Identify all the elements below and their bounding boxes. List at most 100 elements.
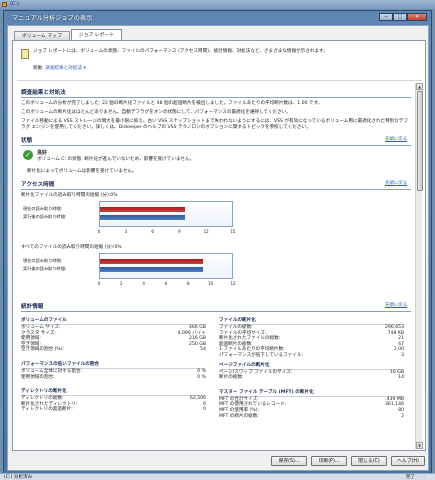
minimize-button[interactable]: ─: [379, 13, 393, 21]
outer-window: (C:) マニュアル分析ジョブの表示 ─ □ ✕ ボリューム マップ ジョブ レ…: [0, 0, 435, 480]
chart2-row-current: 現在の読み取り時間:: [23, 258, 63, 263]
stats-row: ディレクトリの超過断片: 0: [21, 407, 206, 413]
stats-value: 2: [401, 413, 404, 419]
stats-key: ディレクトリの超過断片:: [21, 407, 73, 413]
scroll-down-icon[interactable]: ▼: [416, 442, 423, 449]
close-window-button[interactable]: ✕: [407, 13, 427, 21]
stats-key: 1 ファイルあたりの平均断片数:: [219, 347, 285, 353]
move-label: 移動:: [33, 66, 44, 71]
stats-group-heading: ファイルの断片化: [219, 317, 404, 325]
stats-value: 54: [200, 347, 206, 353]
drive-icon: [2, 2, 7, 7]
chart-all-read-time: 現在の読み取り時間: 実行後の読み取り時間: 0 2 4 6 8 10 12: [21, 253, 241, 291]
volume-files-group: ボリュームのファイル ボリューム サイズ: 466 GB クラスタ サイズ: 4,096…: [21, 317, 206, 353]
access-title: アクセス時間: [21, 182, 55, 188]
print-button[interactable]: 印刷(P)...: [311, 456, 347, 466]
summary-text-1: このボリュームの分析が完了しました: 22 個の断片化ファイルと 48 個の超過…: [21, 101, 323, 106]
axis-tick-label: 3: [124, 229, 128, 234]
stats-group-heading: ボリュームのファイル: [21, 317, 206, 325]
report-description: ジョブ レポートには、ボリュームの状態、ファイルのパフォーマンス (アクセス時間…: [33, 49, 328, 54]
bar-actual: [100, 215, 185, 220]
summary-heading: 調査結果と対処法: [21, 87, 411, 98]
status-title: 状態: [21, 138, 33, 144]
axis-tick-label: 6: [151, 229, 154, 234]
stats-grid: ボリュームのファイル ボリューム サイズ: 466 GB クラスタ サイズ: 4,096…: [21, 314, 411, 449]
report-panel: ジョブ レポートには、ボリュームの状態、ファイルのパフォーマンス (アクセス時間…: [12, 40, 426, 451]
status-ok: ✓ 良好 ボリューム C: の状態: 断片化が進んでいないため、影響を受けていま…: [21, 149, 411, 169]
stats-key: MFT の合計サイズ:: [219, 396, 259, 402]
chart1-row-actual: 実行後の読み取り時間:: [23, 214, 67, 219]
dialog-client: ボリューム マップ ジョブ レポート ジョブ レポートには、ボリュームの状態、フ…: [7, 25, 429, 471]
stats-title: 統計情報: [21, 304, 44, 310]
stats-group-heading: ディレクトリの断片化: [21, 388, 206, 397]
axis-tick-label: 12: [203, 229, 209, 234]
axis-tick-label: 15: [230, 229, 236, 234]
chart2-row-actual: 実行後の読み取り時間:: [23, 266, 67, 271]
outer-title-bar: (C:): [0, 0, 435, 9]
stats-group-heading: マスター ファイル テーブル (MFT) の断片化: [219, 389, 404, 397]
status-right: 完了: [405, 475, 415, 480]
bar-actual: [100, 267, 203, 272]
scroll-up-icon[interactable]: ▲: [416, 83, 423, 90]
tab-volume-map[interactable]: ボリューム マップ: [14, 31, 70, 40]
axis-tick-label: 4: [142, 281, 145, 286]
mft-frag-group: マスター ファイル テーブル (MFT) の断片化 MFT の合計サイズ: 439 …: [219, 389, 404, 419]
axis-tick-label: 0: [97, 229, 101, 234]
stats-key: パフォーマンスが低下しているファイル:: [219, 352, 304, 358]
summary-section: 調査結果と対処法 このボリュームの分析が完了しました: 22 個の断片化ファイル…: [21, 87, 411, 131]
scroll-thumb[interactable]: [416, 91, 423, 191]
close-button[interactable]: 閉じる(C): [351, 456, 387, 466]
stats-key: 空き領域の割合 (%):: [21, 347, 65, 353]
stats-key: ページ/スワップ ファイルのサイズ:: [219, 369, 293, 375]
stats-row: 断片の総数: 14: [219, 375, 404, 381]
stats-key: ファイルの総数:: [219, 325, 253, 330]
back-to-top-link[interactable]: 先頭に戻る: [385, 136, 407, 142]
chart-fragmented-read-time: 現在の読み取り時間: 実行後の読み取り時間: 0 3 6 9 12 15: [21, 201, 241, 239]
file-frag-group: ファイルの断片化 ファイルの総数: 296,653 ファイルの平均サイズ: 748 KB…: [219, 317, 404, 359]
stats-key: MFT の断片の総数:: [219, 413, 259, 419]
status-line-2: 断片化によってボリュームは影響を受けていません。: [27, 169, 137, 174]
report-header: ジョブ レポートには、ボリュームの状態、ファイルのパフォーマンス (アクセス時間…: [17, 45, 422, 81]
stats-group-heading: パフォーマンスの低いファイルの割合: [21, 361, 206, 369]
help-button[interactable]: ヘルプ(H): [391, 456, 425, 466]
stats-key: MFT の使用されているレコード:: [219, 402, 287, 408]
vertical-scrollbar[interactable]: ▲ ▼: [415, 83, 423, 449]
report-scroll-area[interactable]: 調査結果と対処法 このボリュームの分析が完了しました: 22 個の断片化ファイル…: [17, 83, 415, 449]
access-heading: アクセス時間 先頭に戻る: [21, 179, 411, 190]
stats-value: 0: [203, 407, 206, 413]
stats-key: 使用領域の割合:: [21, 374, 55, 380]
check-icon: ✓: [23, 150, 33, 160]
stats-key: 断片化されたディレクトリ:: [21, 401, 78, 407]
axis-tick-label: 0: [97, 281, 101, 286]
access-section: アクセス時間 先頭に戻る 断片化ファイルの読み取り時間の短縮 (分):0% 現在…: [21, 179, 411, 291]
perf-ratio-group: パフォーマンスの低いファイルの割合 ボリューム全体に対する割合: 0 % 使用領域の割…: [21, 361, 206, 380]
dialog-title: マニュアル分析ジョブの表示: [12, 15, 93, 22]
status-label: 良好: [37, 150, 48, 156]
tab-job-report[interactable]: ジョブ レポート: [70, 29, 122, 40]
maximize-button[interactable]: □: [393, 13, 407, 21]
chart2-plot: [99, 253, 233, 279]
stats-group-heading: ページファイルの断片化: [219, 362, 404, 370]
stats-value: 0 %: [197, 374, 206, 380]
bar-current: [100, 259, 203, 264]
axis-tick-label: 10: [208, 281, 214, 286]
stats-key: 使用領域:: [21, 336, 41, 342]
dir-frag-group: ディレクトリの断片化 ディレクトリの総数: 62,506 断片化されたディレクトリ: 6…: [21, 388, 206, 413]
chevron-down-icon[interactable]: ▾: [83, 66, 85, 71]
stats-section: 統計情報 先頭に戻る ボリュームのファイル ボリューム サイズ: 466 GB クラス…: [21, 301, 411, 449]
dialog-controls: ─ □ ✕: [379, 13, 427, 21]
analysis-dialog: マニュアル分析ジョブの表示 ─ □ ✕ ボリューム マップ ジョブ レポート ジ…: [3, 10, 432, 474]
stats-right-column: ファイルの断片化 ファイルの総数: 296,653 ファイルの平均サイズ: 748 KB…: [219, 314, 404, 419]
stats-row: MFT の断片の総数: 2: [219, 414, 404, 420]
stats-row: 空き領域の割合 (%): 54: [21, 347, 206, 353]
stats-row: 使用領域の割合: 0 %: [21, 375, 206, 381]
back-to-top-link[interactable]: 先頭に戻る: [385, 302, 407, 308]
chart2-title: すべてのファイルの読み取り時間の短縮 (分):0%: [21, 245, 122, 250]
page-frag-group: ページファイルの断片化 ページ/スワップ ファイルのサイズ: 16 GB 断片の総数:…: [219, 362, 404, 381]
stats-left-column: ボリュームのファイル ボリューム サイズ: 466 GB クラスタ サイズ: 4,096…: [21, 314, 206, 413]
back-to-top-link[interactable]: 先頭に戻る: [385, 180, 407, 186]
stats-key: ボリューム サイズ:: [21, 325, 61, 330]
move-target-dropdown[interactable]: 調査結果と対処法: [45, 66, 82, 71]
stats-key: ファイルの平均サイズ:: [219, 330, 267, 336]
save-button[interactable]: 保存(S)...: [271, 456, 307, 466]
